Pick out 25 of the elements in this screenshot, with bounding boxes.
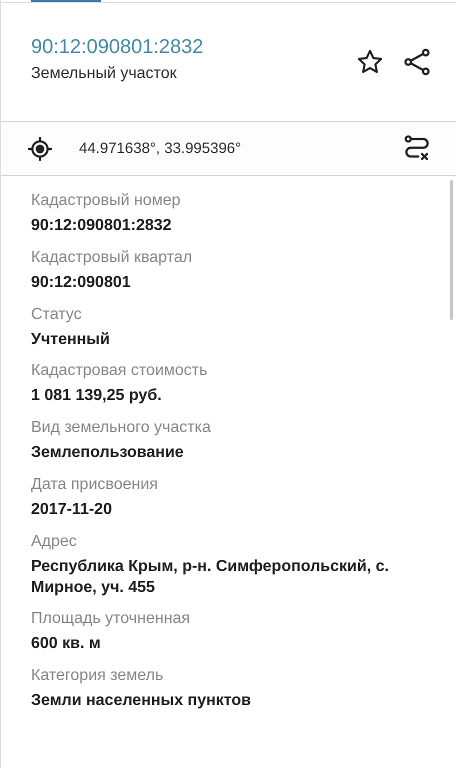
field-value: 2017-11-20 (31, 500, 113, 520)
field-value: 90:12:090801 (31, 272, 132, 293)
field-value: 600 кв. м (31, 634, 102, 654)
field-value: 90:12:090801:2832 (31, 216, 173, 236)
field-value: Республика Крым, р-н. Симферопольский, с. Мирное, уч. 455 (31, 556, 390, 598)
field-value: Земли населенных пунктов (31, 691, 252, 712)
field-label: Категория земель (31, 667, 164, 686)
field-label: Кадастровый номер (31, 192, 182, 210)
field-label: Дата присвоения (31, 476, 159, 494)
star-icon (356, 48, 384, 76)
field-label: Статус (31, 306, 83, 324)
field-value: Учтенный (31, 330, 111, 350)
field-label: Вид земельного участка (31, 419, 212, 438)
cadastral-number: 90:12:090801:2832 (31, 36, 204, 58)
coordinates-text: 44.971638°, 33.995396° (79, 140, 242, 157)
field-label: Адрес (31, 532, 78, 551)
field-value: 1 081 139,25 руб. (31, 386, 163, 406)
field-label: Площадь уточненная (31, 610, 192, 628)
location-target-icon (27, 136, 53, 162)
object-type: Земельный участок (31, 64, 178, 82)
field-value: Землепользование (31, 443, 185, 464)
field-label: Кадастровый квартал (31, 248, 194, 267)
share-icon (402, 47, 432, 77)
tab-indicator (31, 0, 101, 2)
field-label: Кадастровая стоимость (31, 362, 208, 380)
